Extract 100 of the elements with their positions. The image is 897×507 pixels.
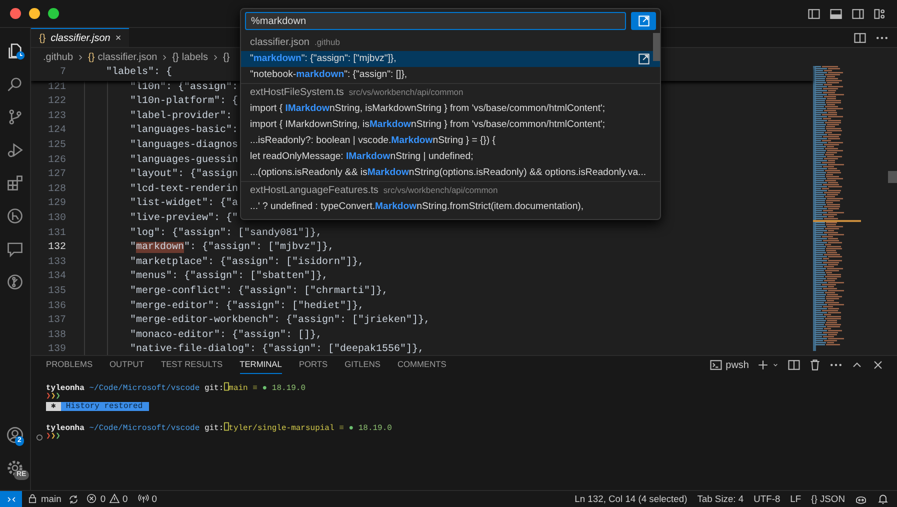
panel-tab[interactable]: OUTPUT [110,356,144,374]
ports-button[interactable]: 0 [132,492,162,506]
editor-tab[interactable]: {} classifier.json × [31,28,130,47]
search-result[interactable]: "markdown": {"assign": ["mjbvz"]}, [241,51,660,67]
encoding[interactable]: UTF-8 [748,492,786,506]
panel-tab[interactable]: COMMENTS [397,356,446,374]
run-debug-icon[interactable] [6,140,24,158]
terminal-path: ~/Code/Microsoft/vscode [89,384,200,393]
terminal-name[interactable]: pwsh [726,358,749,372]
account-icon[interactable] [6,426,24,444]
search-result[interactable]: let readOnlyMessage: IMarkdownString | undefined; [241,149,660,165]
plus-icon[interactable] [756,358,770,372]
braces-icon: {} [172,50,179,64]
comments-icon[interactable] [6,240,24,258]
toggle-sidebar-icon[interactable] [807,6,821,20]
line-number: 132 [46,241,67,256]
clock-badge-icon [16,51,24,60]
trash-icon[interactable] [808,358,822,372]
line-number: 130 [46,212,67,226]
error-icon [86,493,98,504]
warning-icon [108,493,120,504]
circled-figure-icon[interactable] [6,206,24,224]
close-window-button[interactable] [10,8,21,19]
settings-icon[interactable] [6,458,24,476]
prompt-arrow: ❯ [50,432,56,441]
open-in-search-button[interactable] [631,12,656,30]
line-number: 138 [46,328,67,343]
line-number: 125 [46,138,67,153]
file-path: .github [314,36,340,48]
file-name: extHostLanguageFeatures.ts [250,184,378,198]
breadcrumb-item[interactable]: .github [43,50,74,64]
split-editor-icon[interactable] [853,30,867,44]
panel-tab[interactable]: TEST RESULTS [160,356,223,374]
tab-title: classifier.json [50,32,110,46]
zoom-window-button[interactable] [48,8,59,19]
file-name: classifier.json [250,36,310,50]
minimap-drawing[interactable] [813,66,861,351]
sync-icon[interactable] [68,494,80,504]
explorer-icon[interactable] [6,42,24,60]
line-number: 134 [46,270,67,284]
line-ending[interactable]: LF [785,492,806,506]
line-number: 127 [46,168,67,182]
breadcrumb-item[interactable]: labels [182,50,208,64]
panel-tab[interactable]: PORTS [298,356,328,374]
toggle-panel-icon[interactable] [829,6,843,20]
search-result[interactable]: ...' ? undefined : typeConvert.MarkdownString.fromStrict(item.documentation), [241,199,660,215]
antenna-icon [138,493,149,504]
panel-tab[interactable]: TERMINAL [240,356,282,374]
terminal-status: ≡ [252,384,258,393]
file-path: src/vs/workbench/api/common [383,184,498,197]
branch-button[interactable]: main [22,492,66,506]
circled-branch-icon[interactable] [6,272,24,290]
breadcrumb-item[interactable]: classifier.json [98,50,158,64]
search-result[interactable]: ...(options.isReadonly && isMarkdownString(options.isReadonly) && options.isReadonly.va... [241,165,660,181]
asterisk-icon: ✱ [46,402,61,411]
close-tab-button[interactable]: × [115,30,122,46]
terminal-branch: main [228,384,248,393]
prompt-arrow: ❯ [56,392,60,401]
language-mode[interactable]: {} JSON [806,492,850,506]
braces-icon: {} [88,50,95,64]
split-terminal-icon[interactable] [787,358,801,372]
cursor-position[interactable]: Ln 132, Col 14 (4 selected) [570,492,692,506]
terminal-user: tyleonha [46,424,84,433]
open-external-icon[interactable] [637,52,651,66]
terminal-icon [708,358,723,372]
line-number: 126 [46,154,67,168]
terminal-path: ~/Code/Microsoft/vscode [89,424,200,433]
bell-icon[interactable] [877,493,889,505]
customize-layout-icon[interactable] [873,6,887,20]
history-restored-label: History restored [60,402,149,411]
minimize-window-button[interactable] [29,8,40,19]
search-result[interactable]: ...isReadonly?: boolean | vscode.MarkdownString } = {}) { [241,133,660,149]
search-field[interactable]: %markdown [245,12,626,30]
line-number: 124 [46,124,67,138]
line-number: 7 [58,66,67,80]
terminal-git-label: git: [204,384,224,393]
line-number: 133 [46,256,67,270]
search-icon[interactable] [6,74,24,92]
decoration-circle-icon[interactable] [36,434,43,441]
scrollbar[interactable] [653,33,660,61]
remote-button[interactable] [0,491,22,507]
prompt-arrow: ❯ [46,432,51,441]
json-file-icon: {} [39,30,46,46]
line-number: 121 [46,80,67,95]
panel-tab[interactable]: GITLENS [344,356,380,374]
problems-button[interactable]: 0 0 [81,492,133,506]
terminal-branch: tyler/single-marsupial [228,424,334,433]
node-version: 18.19.0 [358,424,392,433]
search-result[interactable]: import { IMarkdownString, isMarkdownString } from 'vs/base/common/htmlContent'; [241,117,660,133]
panel-tab[interactable]: PROBLEMS [46,356,93,374]
tab-size[interactable]: Tab Size: 4 [692,492,749,506]
search-result[interactable]: import { IMarkdownString, isMarkdownString } from 'vs/base/common/htmlContent'; [241,101,660,117]
code-line: "labels": { [105,66,172,80]
toggle-secondary-sidebar-icon[interactable] [851,6,865,20]
terminal-status: ≡ [339,424,344,433]
open-external-icon [636,14,650,28]
extensions-icon[interactable] [6,174,24,192]
missing-glyph-icon [224,382,229,391]
search-result[interactable]: "notebook-markdown": {"assign": []}, [241,67,660,83]
line-number: 131 [46,226,67,241]
